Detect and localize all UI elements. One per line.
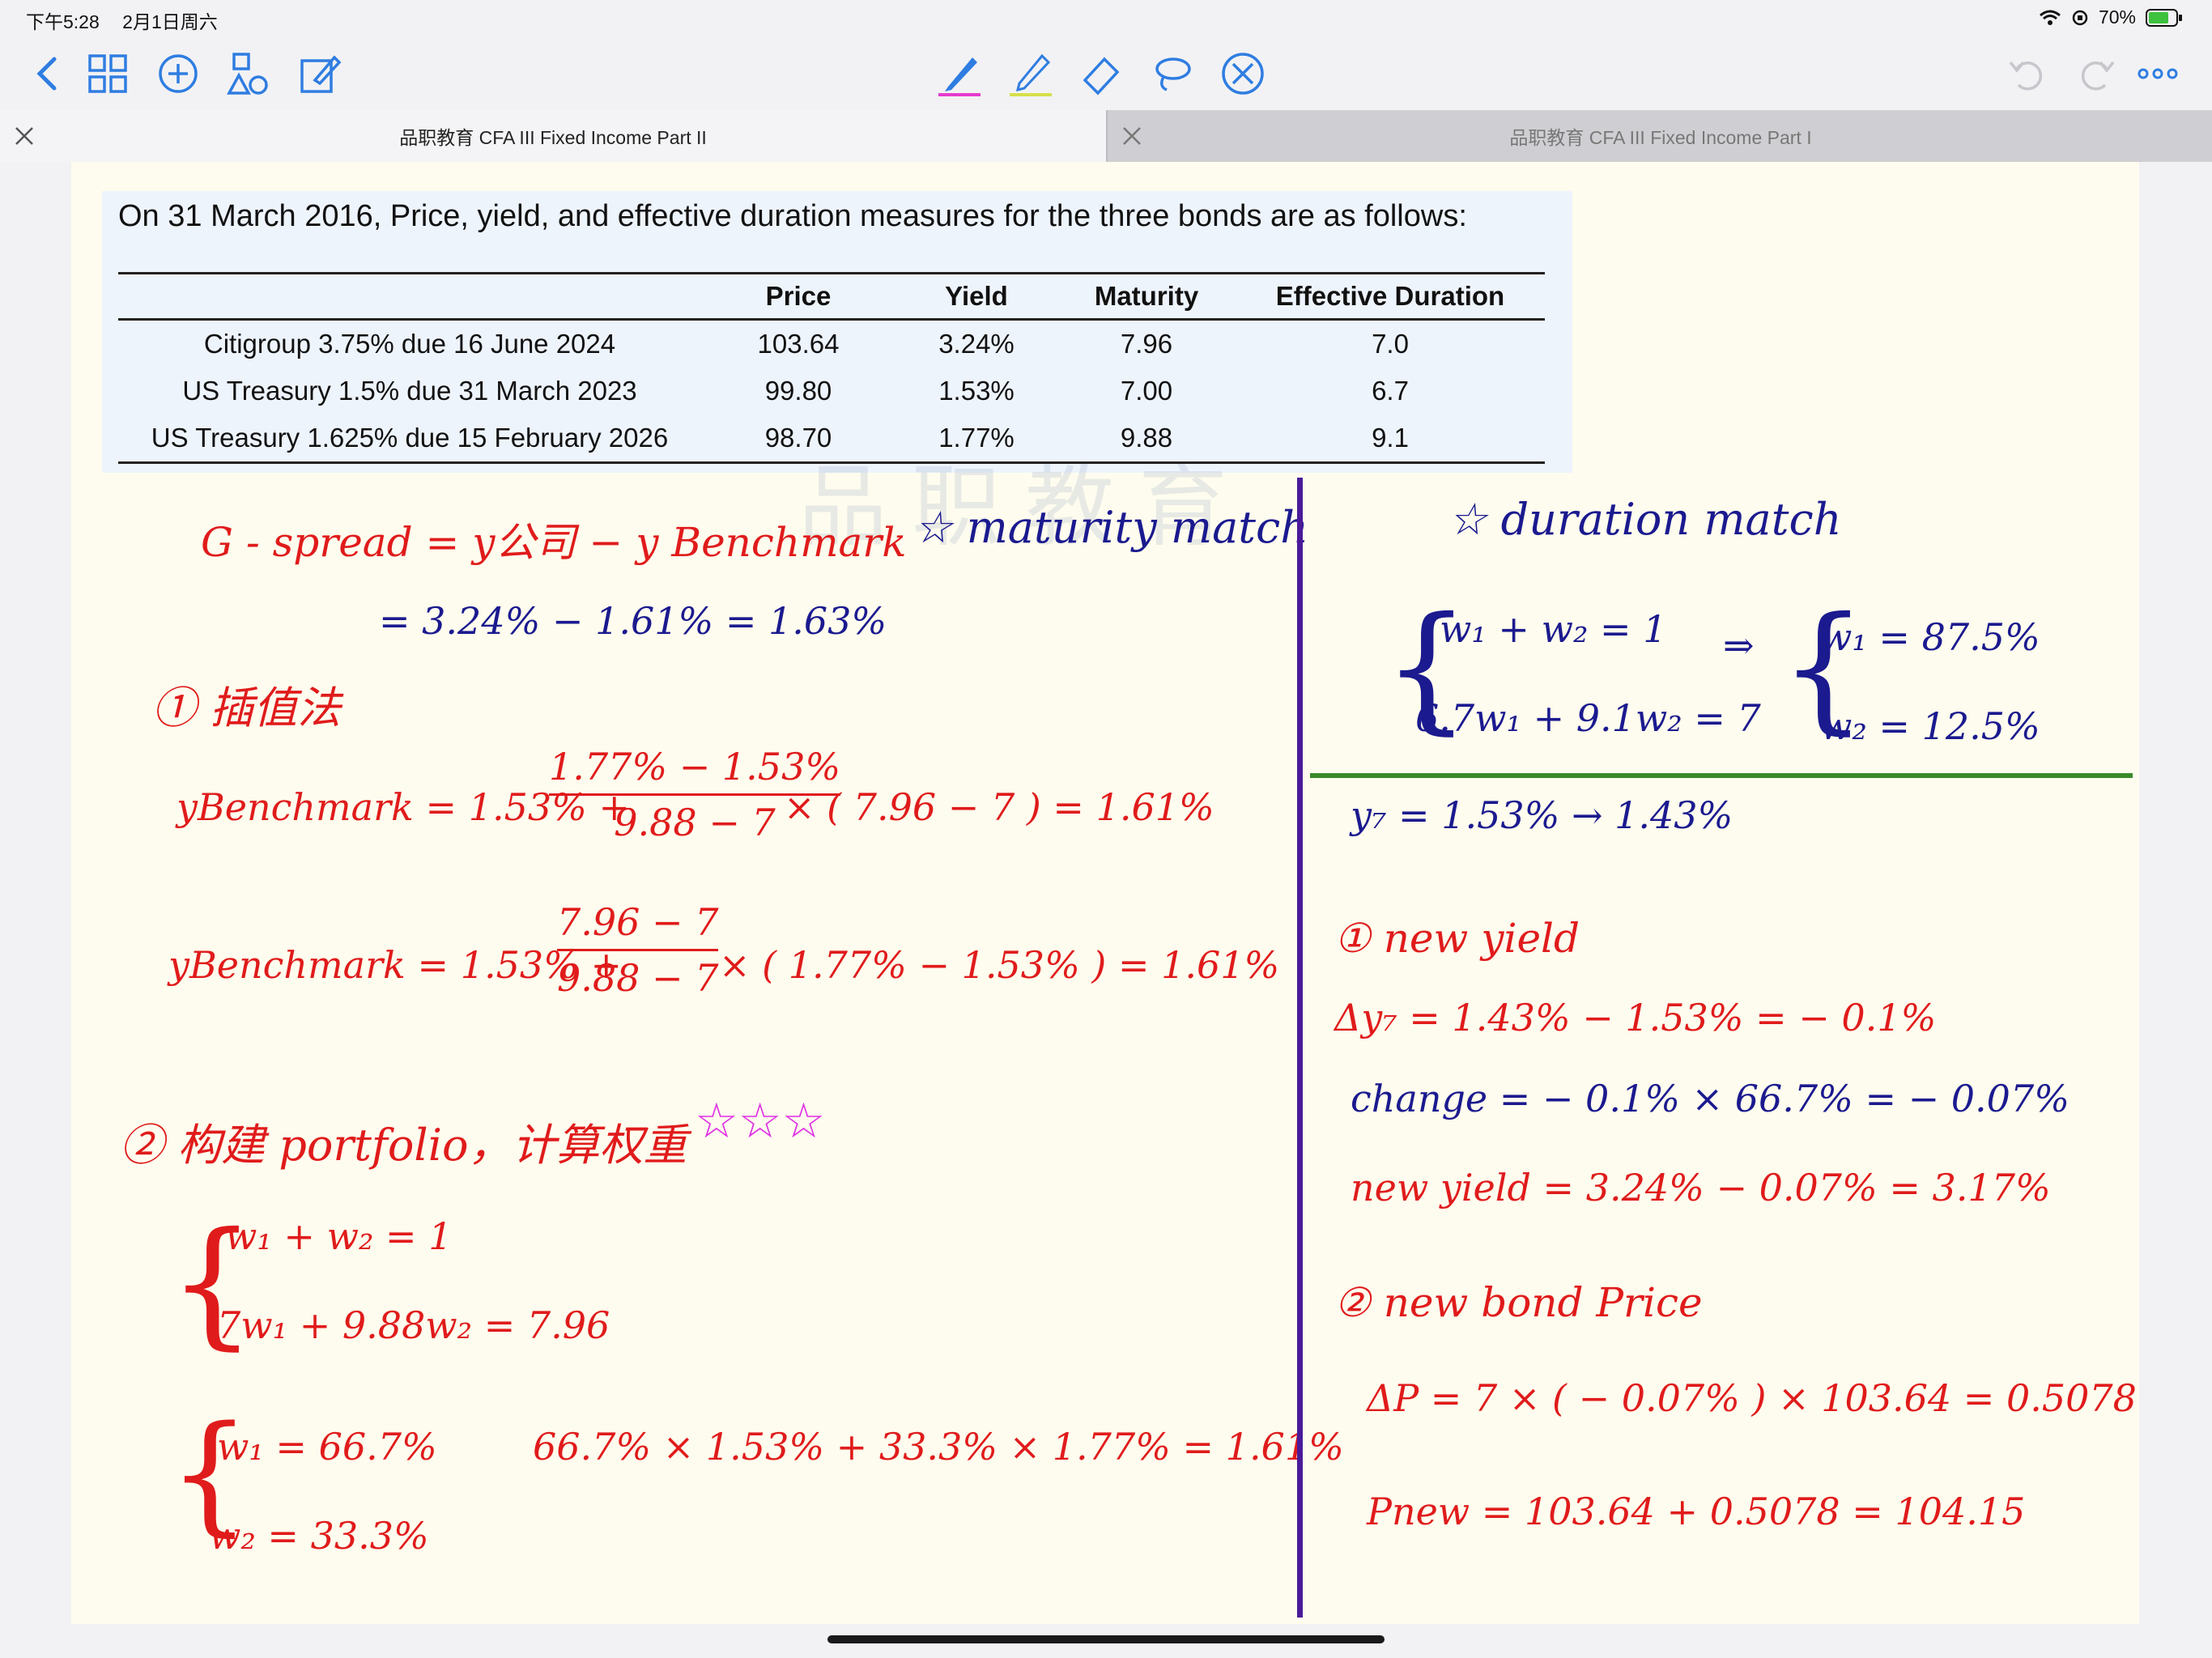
new-bond-price-heading: ② new bond Price: [1334, 1279, 1703, 1326]
back-icon[interactable]: [19, 45, 76, 102]
tab-label: 品职教育 CFA III Fixed Income Part I: [1509, 127, 1812, 148]
table-header: Price: [701, 272, 895, 321]
table-row: US Treasury 1.625% due 15 February 2026 …: [118, 414, 1545, 464]
add-icon[interactable]: [150, 45, 206, 102]
weight-w2: w₂ = 33.3%: [209, 1514, 429, 1558]
duration-eq-2: 6.7w₁ + 9.1w₂ = 7: [1415, 696, 1761, 740]
status-date: 2月1日周六: [122, 11, 218, 32]
fraction-denominator: 9.88 − 7: [614, 801, 776, 844]
new-yield-heading: ① new yield: [1334, 915, 1580, 962]
table-cell: 1.77%: [895, 414, 1057, 464]
tab-bar: 品职教育 CFA III Fixed Income Part II 品职教育 C…: [0, 110, 2212, 162]
tab-fixed-income-part-2[interactable]: 品职教育 CFA III Fixed Income Part II: [0, 110, 1106, 162]
duration-w1: w₁ = 87.5%: [1820, 615, 2040, 659]
pen-icon[interactable]: [931, 45, 988, 102]
delta-y7: Δy₇ = 1.43% − 1.53% = − 0.1%: [1334, 996, 1937, 1039]
y-benchmark-2-rhs: × ( 1.77% − 1.53% ) = 1.61%: [719, 943, 1280, 987]
lasso-icon[interactable]: [1143, 45, 1200, 102]
weight-w1: w₁ = 66.7%: [217, 1425, 437, 1469]
close-icon[interactable]: [1119, 123, 1145, 149]
home-indicator[interactable]: [827, 1635, 1385, 1643]
implies-arrow: ⇒: [1723, 623, 1755, 667]
table-cell: 7.00: [1120, 376, 1173, 406]
highlighter-icon[interactable]: [1002, 45, 1059, 102]
battery-icon: [2146, 8, 2182, 27]
g-spread-calc: = 3.24% − 1.61% = 1.63%: [379, 599, 887, 643]
y-benchmark-1-rhs: × ( 7.96 − 7 ) = 1.61%: [784, 785, 1214, 829]
vertical-divider: [1297, 478, 1303, 1618]
more-icon[interactable]: [2129, 45, 2186, 102]
status-bar: 下午5:28 2月1日周六 70%: [0, 0, 2212, 39]
edit-icon[interactable]: [291, 45, 348, 102]
table-cell: US Treasury 1.625% due 15 February 2026: [118, 414, 701, 464]
weight-check: 66.7% × 1.53% + 33.3% × 1.77% = 1.61%: [533, 1425, 1344, 1469]
table-header: Effective Duration: [1236, 272, 1545, 321]
table-cell: 3.24%: [938, 329, 1015, 359]
new-yield-calc: new yield = 3.24% − 0.07% = 3.17%: [1351, 1166, 2051, 1209]
table-cell: 99.80: [764, 376, 832, 406]
maturity-eq-2: 7w₁ + 9.88w₂ = 7.96: [217, 1303, 610, 1347]
y7-shift: y₇ = 1.53% → 1.43%: [1351, 793, 1733, 837]
table-cell: 1.53%: [938, 376, 1015, 406]
status-time: 下午5:28: [26, 11, 100, 32]
tab-label: 品职教育 CFA III Fixed Income Part II: [399, 127, 707, 148]
g-spread-formula: G - spread = y公司 − y Benchmark: [201, 519, 907, 566]
maturity-match-heading: ☆ maturity match: [913, 502, 1309, 553]
undo-icon[interactable]: [1998, 45, 2055, 102]
status-indicators: 70%: [2039, 6, 2183, 28]
bond-table-image: On 31 March 2016, Price, yield, and effe…: [102, 191, 1572, 557]
note-page[interactable]: On 31 March 2016, Price, yield, and effe…: [71, 162, 2139, 1624]
close-circle-icon[interactable]: [1214, 45, 1271, 102]
table-caption: On 31 March 2016, Price, yield, and effe…: [118, 199, 1467, 233]
fraction-denominator: 9.88 − 7: [557, 956, 719, 1000]
duration-w2: w₂ = 12.5%: [1820, 704, 2040, 748]
table-cell: 98.70: [701, 414, 895, 464]
fraction-bar: [557, 949, 719, 951]
bond-table: Price Yield Maturity Effective Duration …: [118, 272, 1545, 464]
orientation-lock-icon: [2072, 10, 2088, 25]
delta-price: ΔP = 7 × ( − 0.07% ) × 103.64 = 0.5078: [1367, 1376, 2137, 1420]
star-rating: ☆☆☆: [695, 1093, 826, 1150]
duration-match-heading: ☆ duration match: [1448, 494, 1842, 545]
table-cell: 9.1: [1236, 414, 1545, 464]
table-row: US Treasury 1.5% due 31 March 2023 99.80…: [118, 368, 1545, 414]
table-cell: Citigroup 3.75% due 16 June 2024: [203, 329, 616, 359]
maturity-eq-1: w₁ + w₂ = 1: [225, 1214, 453, 1258]
y-benchmark-2-lhs: yBenchmark = 1.53% +: [168, 943, 623, 987]
table-header: Maturity: [1057, 272, 1236, 321]
table-header: [118, 272, 701, 321]
method-1-heading: ① 插值法: [152, 682, 342, 733]
table-row: Citigroup 3.75% due 16 June 2024 103.64 …: [118, 320, 1545, 368]
table-cell: 7.96: [1120, 329, 1173, 359]
fraction-numerator: 1.77% − 1.53%: [549, 745, 841, 789]
table-cell: 103.64: [757, 329, 840, 359]
horizontal-divider: [1310, 773, 2133, 778]
table-header: Yield: [895, 272, 1057, 321]
fraction-numerator: 7.96 − 7: [557, 900, 719, 944]
table-cell: US Treasury 1.5% due 31 March 2023: [182, 376, 637, 406]
table-cell: 7.0: [1372, 329, 1409, 359]
status-time-date: 下午5:28 2月1日周六: [26, 6, 218, 34]
method-2-heading: ② 构建 portfolio，计算权重: [120, 1120, 687, 1171]
table-cell: 6.7: [1372, 376, 1409, 406]
grid-icon[interactable]: [79, 45, 136, 102]
redo-icon[interactable]: [2069, 45, 2125, 102]
tab-fixed-income-part-1[interactable]: 品职教育 CFA III Fixed Income Part I: [1106, 110, 2212, 162]
yield-change: change = − 0.1% × 66.7% = − 0.07%: [1351, 1077, 2069, 1120]
y-benchmark-2-fraction: 7.96 − 7 9.88 − 7: [557, 900, 719, 1000]
close-icon[interactable]: [11, 123, 37, 149]
shapes-icon[interactable]: [220, 45, 277, 102]
new-price: Pnew = 103.64 + 0.5078 = 104.15: [1367, 1490, 2026, 1533]
table-cell: 9.88: [1057, 414, 1236, 464]
wifi-icon: [2039, 10, 2061, 25]
eraser-icon[interactable]: [1073, 45, 1129, 102]
duration-eq-1: w₁ + w₂ = 1: [1440, 607, 1667, 651]
battery-percent: 70%: [2098, 6, 2136, 28]
